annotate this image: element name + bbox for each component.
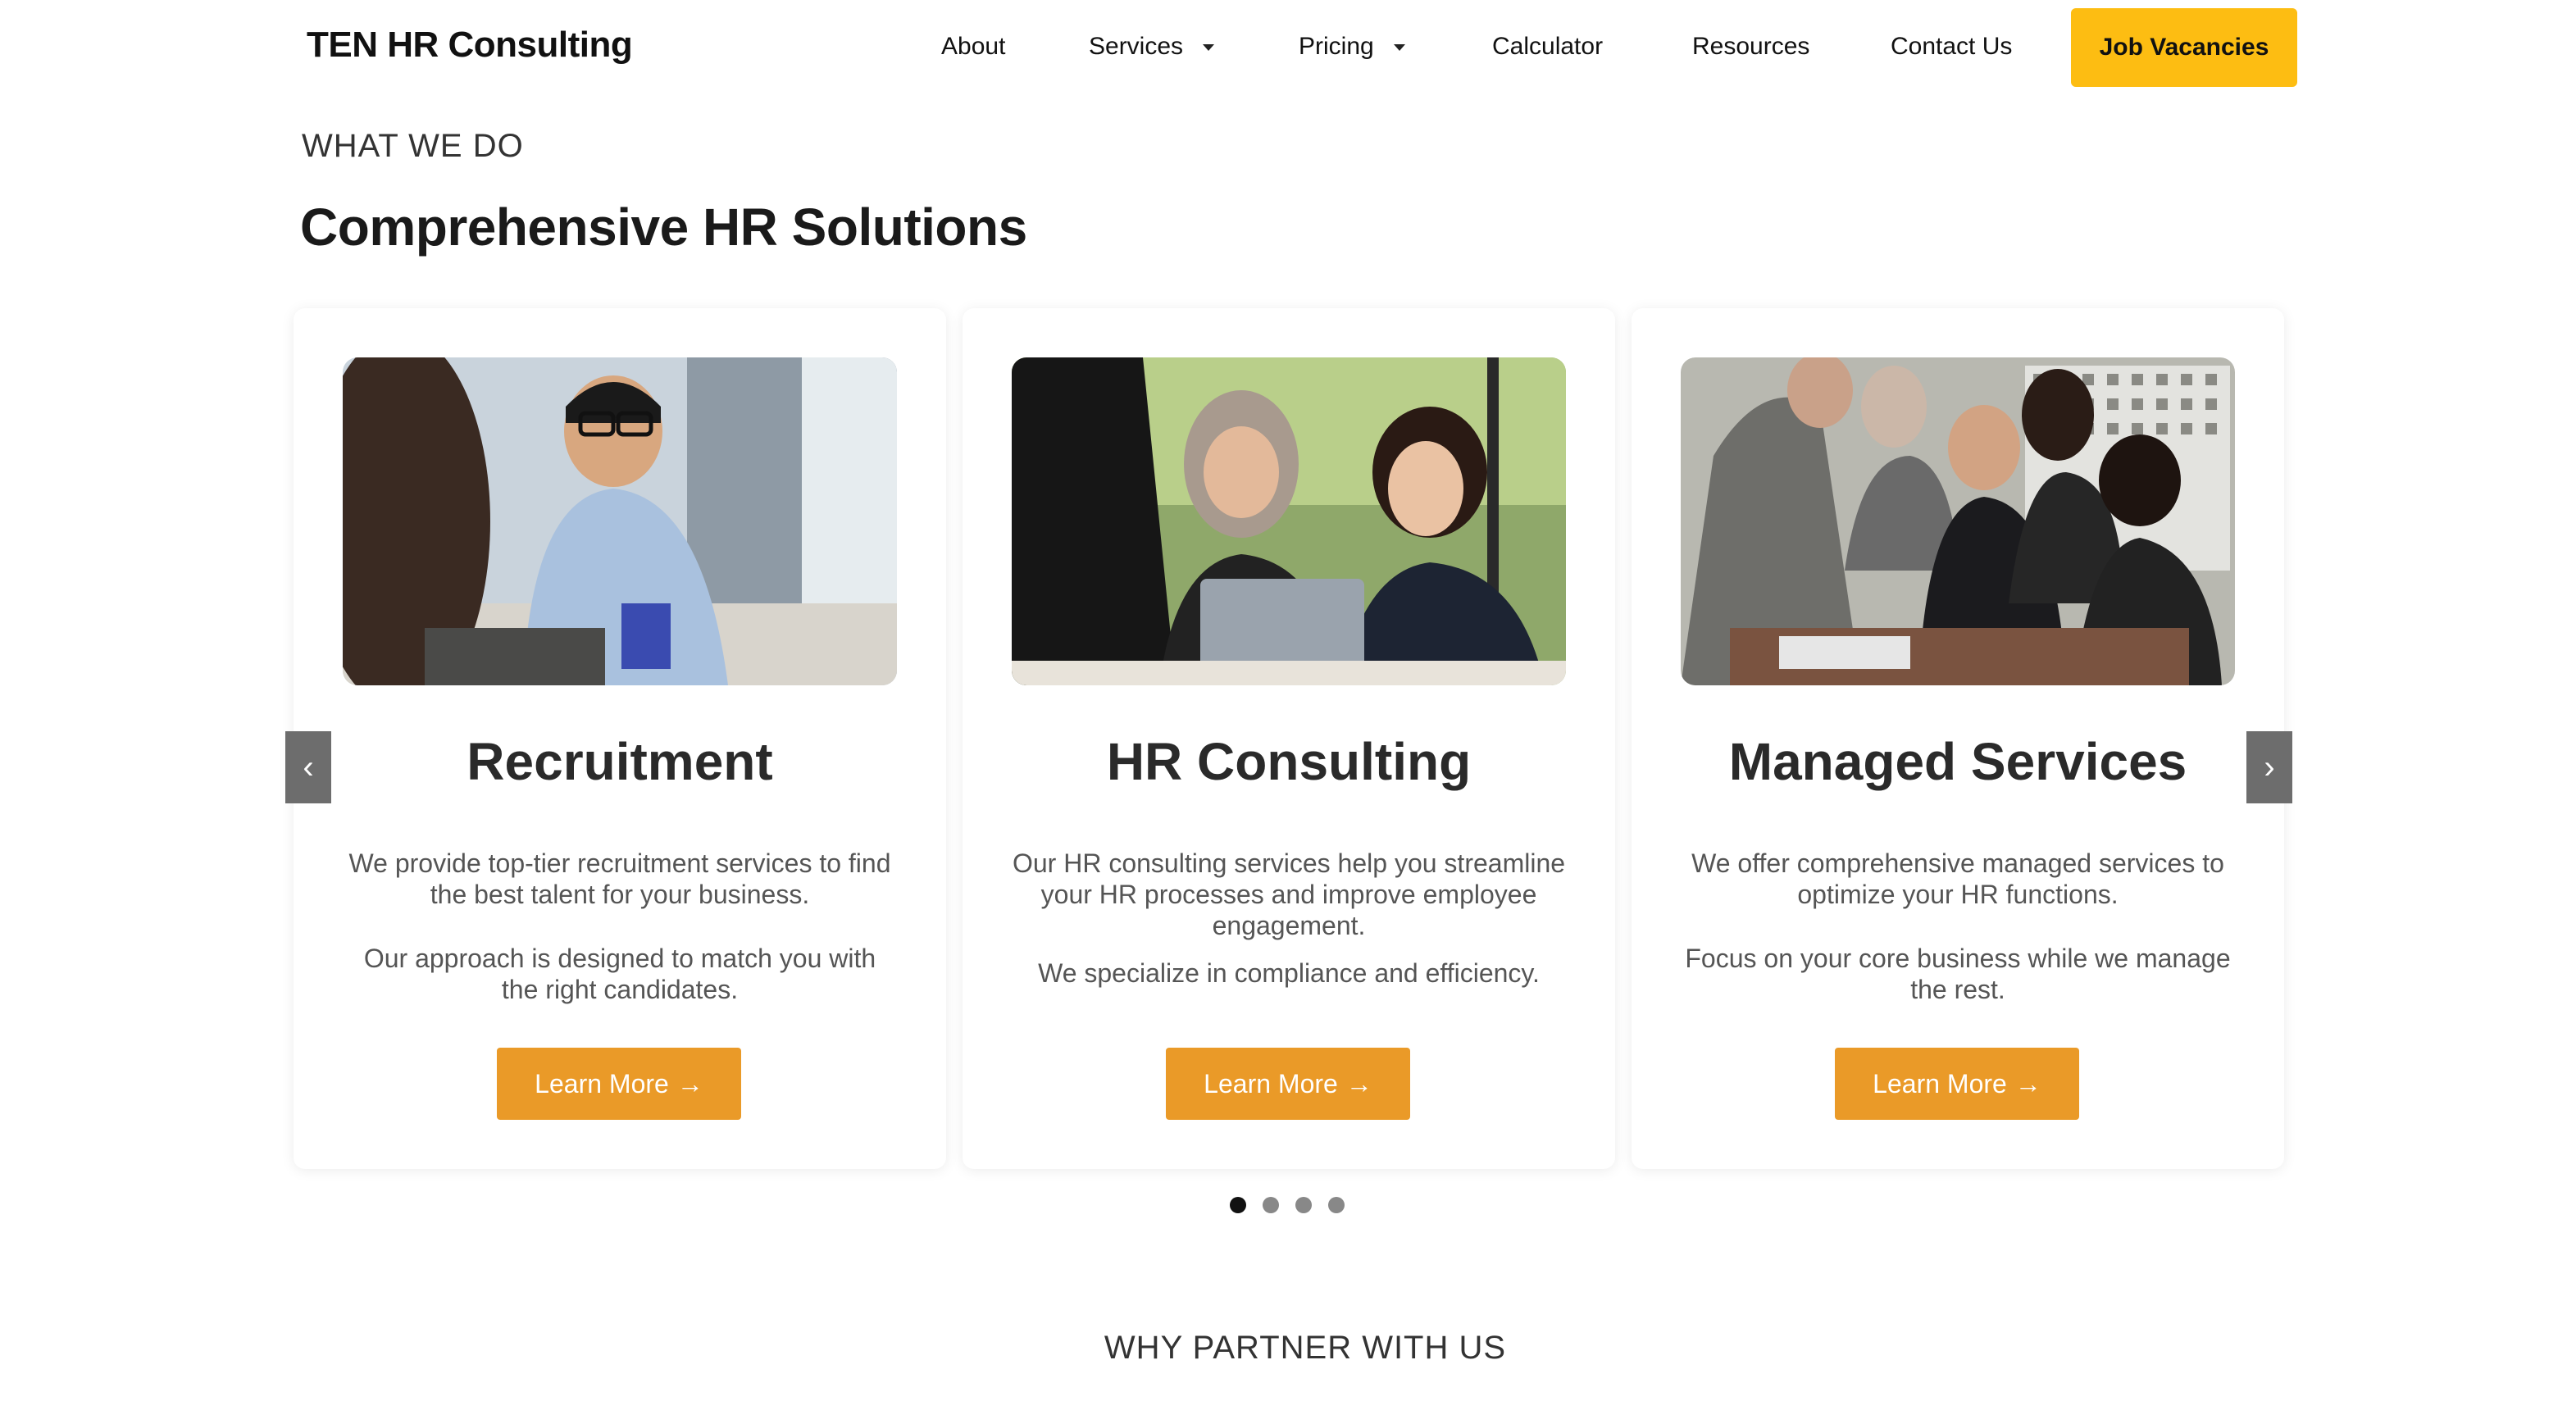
learn-more-button[interactable]: Learn More → (1835, 1048, 2079, 1120)
carousel-prev-button[interactable]: ‹ (285, 731, 331, 803)
nav-resources[interactable]: Resources (1692, 33, 1809, 61)
nav-calculator[interactable]: Calculator (1492, 33, 1603, 61)
service-card-managed-services: Managed Services We offer comprehensive … (1632, 308, 2284, 1169)
card-paragraph: We specialize in compliance and efficien… (1038, 958, 1540, 988)
section-title: Comprehensive HR Solutions (300, 198, 1027, 257)
card-paragraph: We provide top-tier recruitment services… (348, 848, 891, 909)
nav-services-label: Services (1089, 33, 1184, 60)
learn-more-button[interactable]: Learn More → (497, 1048, 741, 1120)
brand-logo-text[interactable]: TEN HR Consulting (307, 25, 633, 66)
section-eyebrow: WHAT WE DO (302, 128, 524, 164)
chevron-down-icon (1203, 44, 1215, 51)
nav-services[interactable]: Services (1089, 33, 1215, 61)
learn-more-button[interactable]: Learn More → (1166, 1048, 1410, 1120)
arrow-right-icon: → (2014, 1068, 2041, 1099)
managed-services-photo (1681, 357, 2235, 685)
carousel-dot[interactable] (1263, 1197, 1279, 1213)
card-paragraph: We offer comprehensive managed services … (1691, 848, 2224, 909)
nav-contact-us[interactable]: Contact Us (1891, 33, 2012, 61)
chevron-right-icon: › (2264, 748, 2275, 785)
card-paragraph: Our HR consulting services help you stre… (1012, 848, 1566, 940)
service-card-recruitment: Recruitment We provide top-tier recruitm… (294, 308, 946, 1169)
nav-pricing-label: Pricing (1299, 33, 1374, 60)
chevron-left-icon: ‹ (303, 748, 314, 785)
job-vacancies-button[interactable]: Job Vacancies (2071, 8, 2297, 87)
carousel-pagination (1230, 1197, 1345, 1213)
nav-about-label: About (941, 33, 1006, 60)
card-paragraph: Our approach is designed to match you wi… (363, 944, 876, 1004)
service-card-hr-consulting: HR Consulting Our HR consulting services… (963, 308, 1615, 1169)
chevron-down-icon (1393, 44, 1405, 51)
carousel-dot[interactable] (1328, 1197, 1345, 1213)
top-navbar: TEN HR Consulting About Services Pricing… (0, 0, 2576, 95)
nav-calculator-label: Calculator (1492, 33, 1604, 60)
recruitment-photo (343, 357, 897, 685)
button-label: Learn More (535, 1068, 669, 1099)
nav-contact-label: Contact Us (1891, 33, 2013, 60)
arrow-right-icon: → (676, 1068, 703, 1099)
card-title: Managed Services (1728, 732, 2187, 791)
nav-pricing[interactable]: Pricing (1299, 33, 1405, 61)
nav-about[interactable]: About (941, 33, 1005, 61)
button-label: Learn More (1873, 1068, 2007, 1099)
card-title: Recruitment (467, 732, 773, 791)
card-title: HR Consulting (1106, 732, 1472, 791)
carousel-dot[interactable] (1295, 1197, 1312, 1213)
card-paragraph: Focus on your core business while we man… (1685, 944, 2231, 1004)
arrow-right-icon: → (1345, 1068, 1372, 1099)
nav-resources-label: Resources (1692, 33, 1810, 60)
why-partner-eyebrow: WHY PARTNER WITH US (1104, 1330, 1507, 1366)
carousel-dot[interactable] (1230, 1197, 1246, 1213)
button-label: Learn More (1204, 1068, 1338, 1099)
hr-consulting-photo (1012, 357, 1566, 685)
carousel-next-button[interactable]: › (2246, 731, 2292, 803)
